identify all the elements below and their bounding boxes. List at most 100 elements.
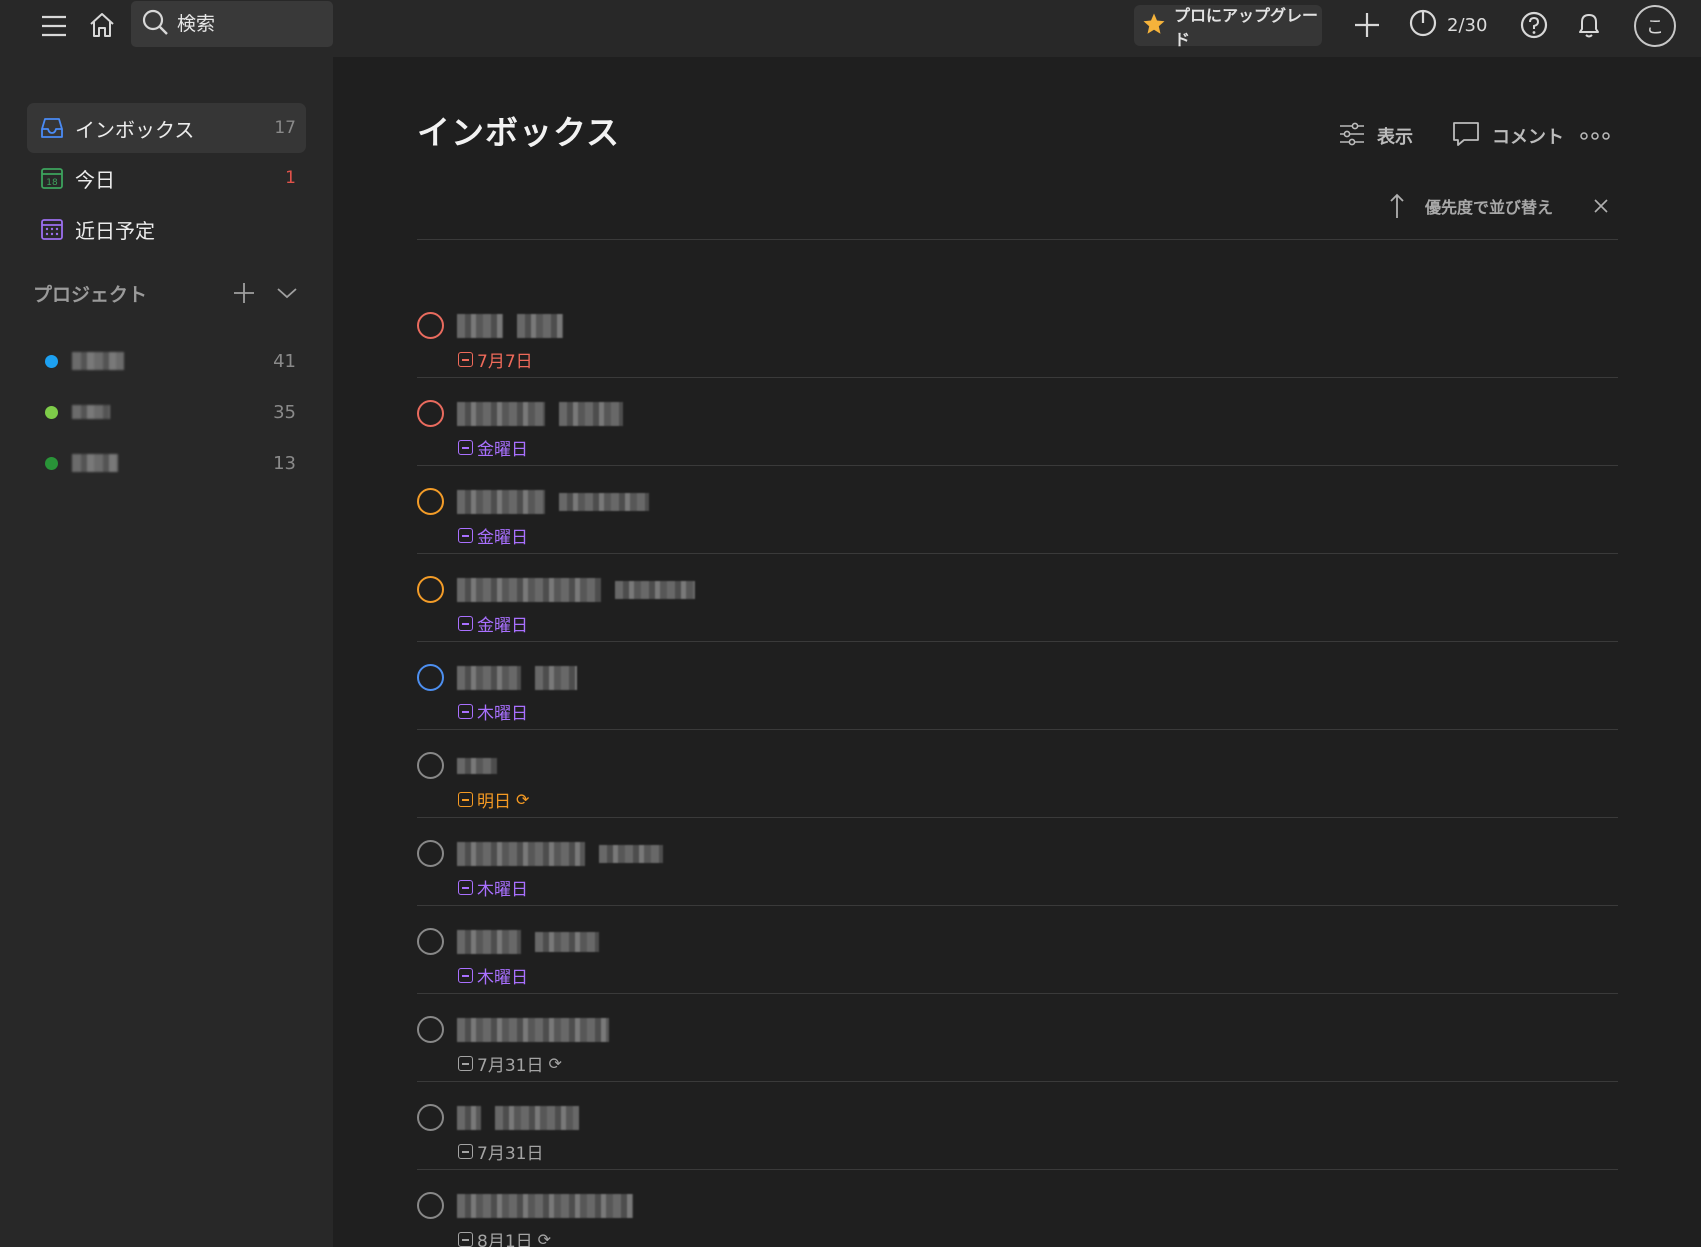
calendar-icon: [458, 528, 473, 543]
project-item[interactable]: 35: [27, 390, 306, 434]
task-name-redacted[interactable]: [457, 1194, 633, 1218]
task-checkbox[interactable]: [417, 840, 444, 867]
sidebar-item-inbox[interactable]: インボックス 17: [27, 103, 306, 153]
repeat-icon: ⟳: [548, 1054, 562, 1073]
sidebar-item-upcoming[interactable]: 近日予定: [27, 204, 306, 254]
task-name-redacted[interactable]: [457, 754, 497, 778]
calendar-icon: [458, 1232, 473, 1247]
task-row[interactable]: 8月1日 ⟳: [417, 1170, 1618, 1247]
calendar-today-icon: 18: [39, 165, 65, 191]
add-task-icon[interactable]: [1351, 9, 1383, 41]
arrow-up-icon[interactable]: [1385, 190, 1409, 222]
sidebar: インボックス 17 18 今日 1 近日予定 プロジェクト 41 35 13: [0, 57, 333, 1247]
task-row[interactable]: 木曜日: [417, 642, 1618, 730]
due-date[interactable]: 8月1日 ⟳: [458, 1227, 551, 1247]
sort-label[interactable]: 優先度で並び替え: [1425, 194, 1553, 218]
task-checkbox[interactable]: [417, 488, 444, 515]
task-checkbox[interactable]: [417, 664, 444, 691]
task-name-redacted[interactable]: [457, 490, 649, 514]
task-row[interactable]: 木曜日: [417, 906, 1618, 994]
notification-bell-icon[interactable]: [1573, 8, 1605, 42]
avatar[interactable]: こ: [1634, 5, 1676, 47]
search-icon: [141, 8, 169, 40]
repeat-icon: ⟳: [537, 1230, 552, 1247]
inbox-count: 17: [274, 118, 296, 138]
task-name-redacted[interactable]: [457, 666, 577, 690]
calendar-icon: [458, 880, 473, 895]
today-count: 1: [285, 168, 296, 188]
productivity-count: 2/30: [1447, 14, 1488, 36]
add-project-icon[interactable]: [230, 279, 258, 307]
task-row[interactable]: 木曜日: [417, 818, 1618, 906]
due-date[interactable]: 木曜日: [458, 963, 528, 988]
productivity-button[interactable]: 2/30: [1409, 9, 1487, 41]
comment-button[interactable]: コメント: [1452, 118, 1564, 154]
upgrade-label: プロにアップグレード: [1174, 5, 1319, 49]
view-button[interactable]: 表示: [1339, 118, 1413, 154]
task-row[interactable]: 7月31日 ⟳: [417, 994, 1618, 1082]
due-date[interactable]: 金曜日: [458, 611, 528, 636]
due-date[interactable]: 金曜日: [458, 435, 528, 460]
task-checkbox[interactable]: [417, 576, 444, 603]
due-date[interactable]: 7月31日: [458, 1139, 543, 1164]
task-row[interactable]: 金曜日: [417, 466, 1618, 554]
comment-icon: [1452, 121, 1480, 152]
menu-icon[interactable]: [38, 10, 70, 42]
search-box[interactable]: [131, 1, 333, 47]
sidebar-item-today[interactable]: 18 今日 1: [27, 153, 306, 203]
project-color-dot: [45, 354, 58, 368]
project-color-dot: [45, 405, 58, 419]
project-name-redacted: [72, 454, 118, 472]
due-date[interactable]: 7月7日: [458, 347, 533, 372]
inbox-icon: [39, 115, 65, 141]
sidebar-item-label: インボックス: [75, 117, 195, 142]
due-date[interactable]: 明日 ⟳: [458, 787, 529, 812]
task-row[interactable]: 7月7日: [417, 290, 1618, 378]
view-label: 表示: [1377, 127, 1413, 148]
calendar-upcoming-icon: [39, 216, 65, 242]
search-input[interactable]: [177, 13, 317, 35]
task-row[interactable]: 明日 ⟳: [417, 730, 1618, 818]
task-name-redacted[interactable]: [457, 402, 623, 426]
calendar-icon: [458, 616, 473, 631]
sliders-icon: [1339, 122, 1365, 151]
task-checkbox[interactable]: [417, 928, 444, 955]
task-checkbox[interactable]: [417, 1016, 444, 1043]
due-date[interactable]: 木曜日: [458, 875, 528, 900]
due-date[interactable]: 金曜日: [458, 523, 528, 548]
task-checkbox[interactable]: [417, 1192, 444, 1219]
task-row[interactable]: 金曜日: [417, 378, 1618, 466]
project-color-dot: [45, 456, 58, 470]
task-name-redacted[interactable]: [457, 578, 695, 602]
task-name-redacted[interactable]: [457, 1018, 609, 1042]
chevron-down-icon[interactable]: [273, 279, 301, 307]
calendar-icon: [458, 792, 473, 807]
project-count: 41: [273, 350, 296, 372]
task-checkbox[interactable]: [417, 752, 444, 779]
task-name-redacted[interactable]: [457, 842, 663, 866]
close-icon[interactable]: [1589, 194, 1613, 218]
upgrade-button[interactable]: プロにアップグレード: [1134, 5, 1322, 49]
calendar-icon: [458, 1056, 473, 1071]
task-name-redacted[interactable]: [457, 314, 563, 338]
project-name-redacted: [72, 405, 110, 419]
projects-header[interactable]: プロジェクト: [33, 275, 303, 311]
project-item[interactable]: 41: [27, 339, 306, 383]
task-row[interactable]: 7月31日: [417, 1082, 1618, 1170]
task-checkbox[interactable]: [417, 312, 444, 339]
task-checkbox[interactable]: [417, 1104, 444, 1131]
calendar-icon: [458, 968, 473, 983]
project-item[interactable]: 13: [27, 441, 306, 485]
task-name-redacted[interactable]: [457, 930, 599, 954]
sidebar-item-label: 今日: [75, 167, 115, 192]
task-checkbox[interactable]: [417, 400, 444, 427]
home-icon[interactable]: [85, 8, 119, 42]
due-date[interactable]: 木曜日: [458, 699, 528, 724]
due-date[interactable]: 7月31日 ⟳: [458, 1051, 562, 1076]
more-options-icon[interactable]: [1578, 124, 1612, 148]
sort-bar: 優先度で並び替え: [417, 190, 1618, 240]
project-name-redacted: [72, 352, 124, 370]
help-icon[interactable]: [1518, 9, 1550, 41]
task-row[interactable]: 金曜日: [417, 554, 1618, 642]
task-name-redacted[interactable]: [457, 1106, 579, 1130]
